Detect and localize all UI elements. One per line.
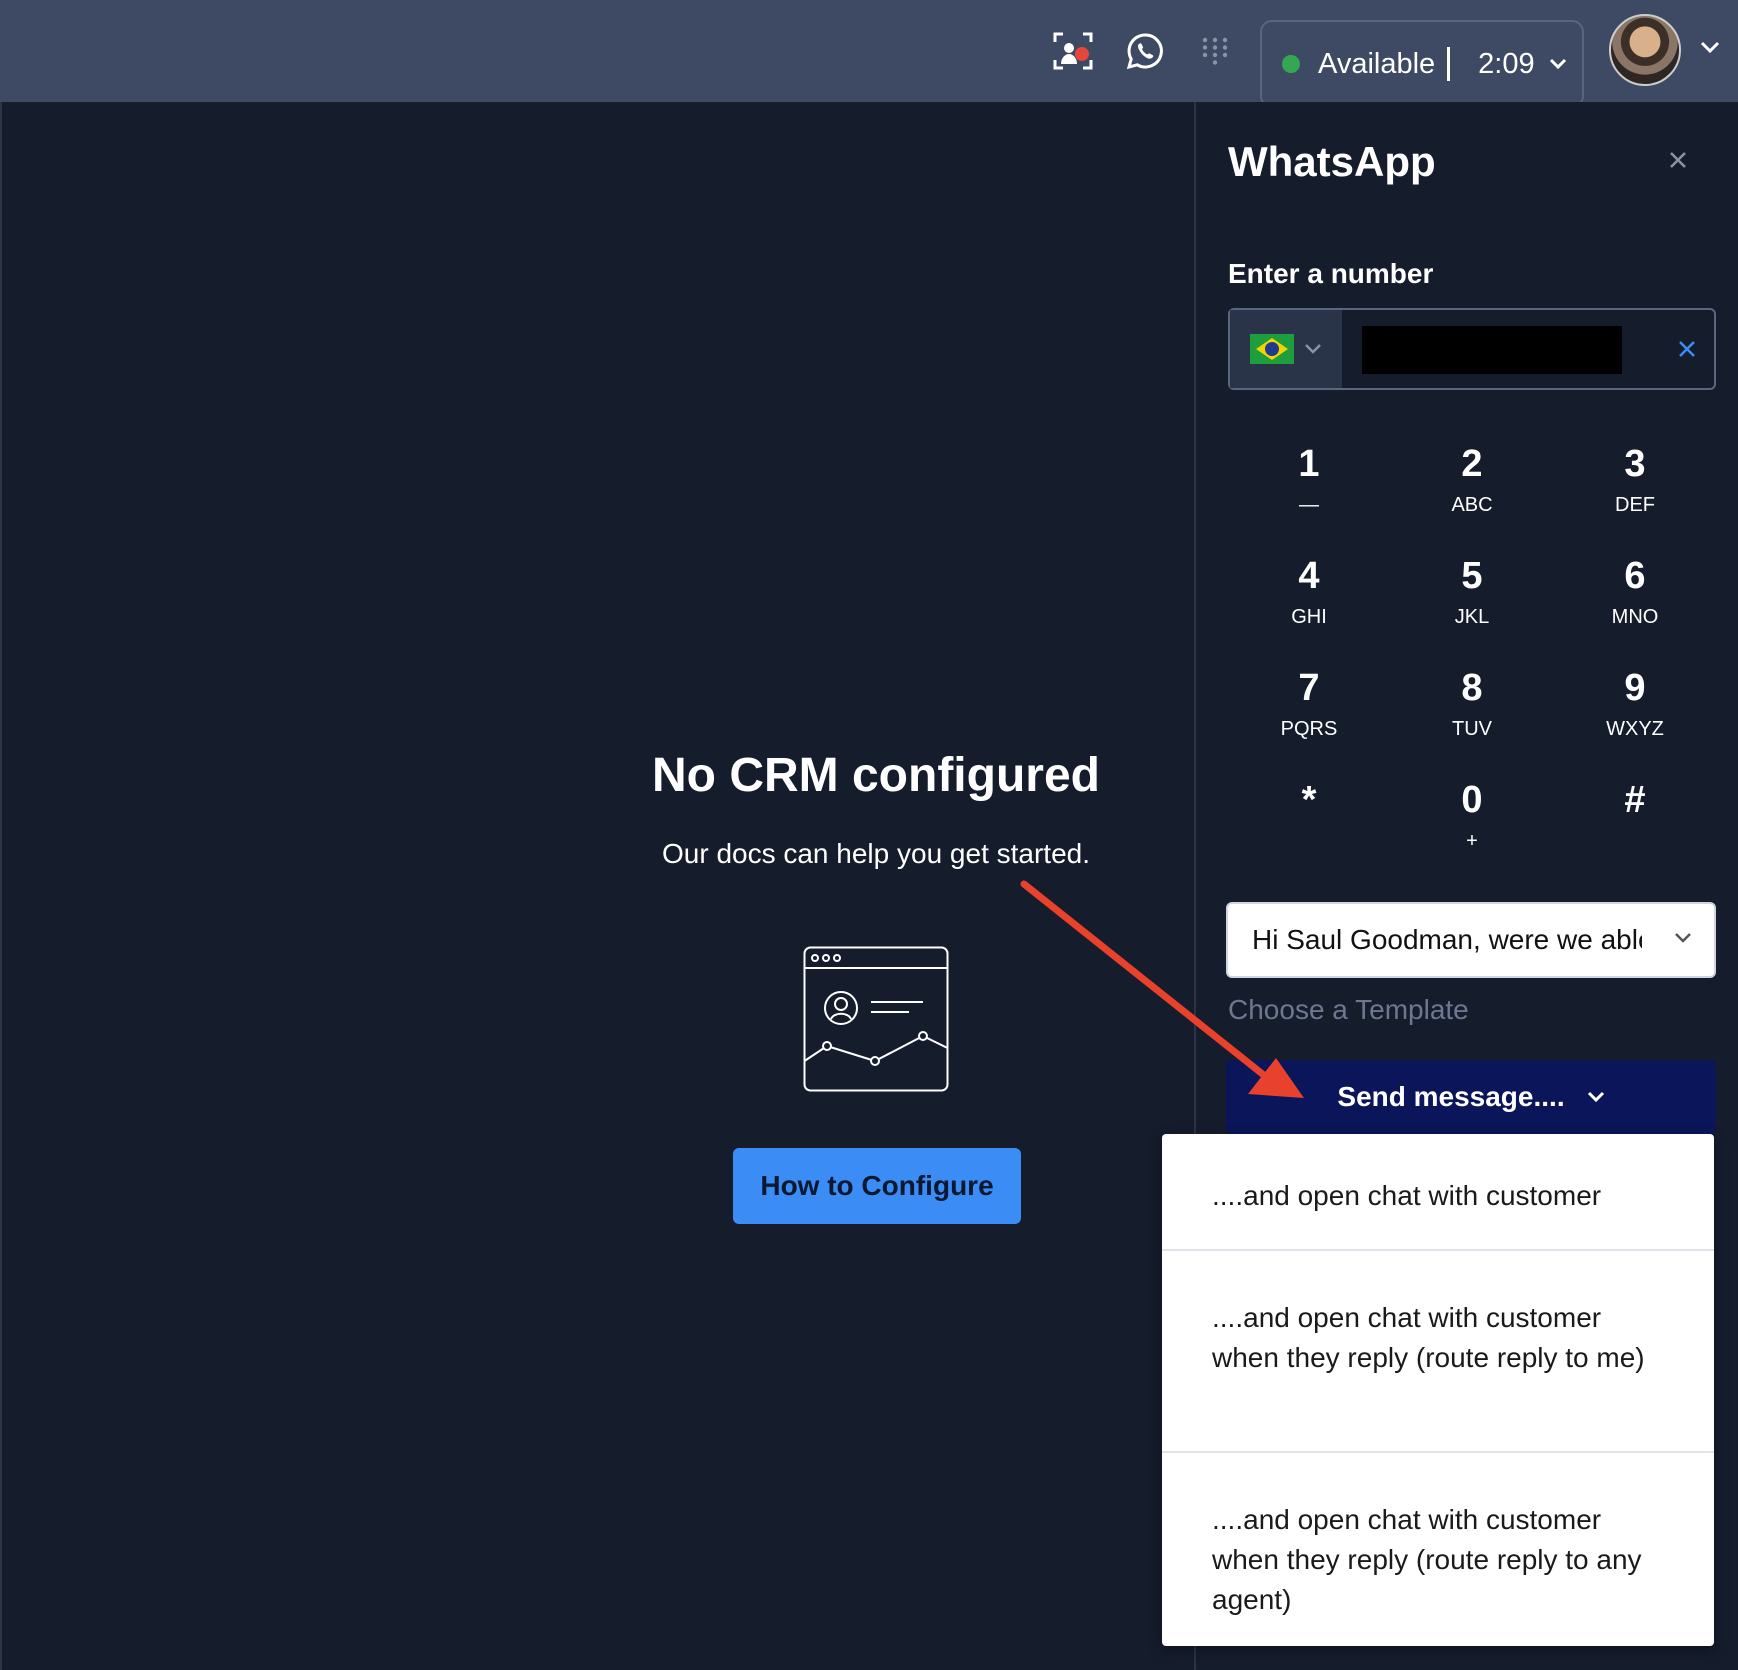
panel-title: WhatsApp <box>1228 138 1436 185</box>
chevron-down-icon <box>1587 1091 1604 1103</box>
keypad-digit: # <box>1624 779 1646 821</box>
keypad-digit: 0 <box>1461 779 1483 821</box>
keypad-letters: DEF <box>1615 494 1655 516</box>
template-select[interactable]: Hi Saul Goodman, were we able to help yo… <box>1226 902 1716 978</box>
keypad-digit: 1 <box>1298 443 1320 485</box>
keypad-key[interactable]: 1— <box>1228 442 1390 542</box>
menu-item-open-chat-route-me[interactable]: ....and open chat with customer when the… <box>1162 1298 1714 1378</box>
keypad-letters: MNO <box>1611 606 1659 628</box>
keypad-key[interactable]: 7 PQRS <box>1228 666 1390 766</box>
screen-record-icon[interactable] <box>1048 26 1098 76</box>
keypad-digit: 6 <box>1624 555 1646 597</box>
how-to-configure-button[interactable]: How to Configure <box>733 1148 1021 1224</box>
keypad-letters: TUV <box>1452 718 1492 740</box>
crm-illustration-icon <box>803 946 949 1092</box>
keypad-key[interactable]: 8 TUV <box>1391 666 1553 766</box>
keypad-key[interactable]: 3 DEF <box>1554 442 1716 542</box>
phone-number-input[interactable] <box>1362 326 1622 374</box>
whatsapp-icon[interactable] <box>1120 26 1170 76</box>
menu-item-open-chat-route-any[interactable]: ....and open chat with customer when the… <box>1162 1500 1714 1620</box>
status-timer: 2:09 <box>1478 47 1535 80</box>
clear-input-icon[interactable] <box>1674 336 1700 362</box>
keypad-digit: 3 <box>1624 443 1646 485</box>
keypad-key[interactable]: * <box>1228 778 1390 878</box>
number-label: Enter a number <box>1228 258 1434 289</box>
keypad-key[interactable]: 9 WXYZ <box>1554 666 1716 766</box>
brazil-flag-icon <box>1250 334 1294 364</box>
keypad-letters: — <box>1299 494 1319 516</box>
chevron-down-icon <box>1549 58 1566 70</box>
template-hint: Choose a Template <box>1228 994 1469 1025</box>
keypad-letters: PQRS <box>1280 718 1338 740</box>
grid-dots-icon[interactable] <box>1190 26 1240 76</box>
chevron-down-icon <box>1675 933 1691 943</box>
status-selector[interactable]: Available 2:09 <box>1260 20 1584 108</box>
send-message-label: Send message.... <box>1337 1081 1565 1112</box>
keypad-digit: 2 <box>1461 443 1483 485</box>
keypad-key[interactable]: # <box>1554 778 1716 878</box>
main-content <box>0 102 1194 1670</box>
keypad-digit: 5 <box>1461 555 1483 597</box>
keypad-letters: ABC <box>1451 494 1493 516</box>
keypad-digit: 4 <box>1298 555 1320 597</box>
keypad-letters: WXYZ <box>1606 718 1664 740</box>
keypad-key[interactable]: 6 MNO <box>1554 554 1716 654</box>
menu-divider <box>1162 1451 1714 1453</box>
keypad-letters: JKL <box>1454 606 1490 628</box>
keypad-key[interactable]: 2 ABC <box>1391 442 1553 542</box>
chevron-down-icon <box>1305 344 1321 354</box>
keypad-digit: 9 <box>1624 667 1646 709</box>
phone-number-field <box>1228 308 1716 390</box>
menu-divider <box>1162 1249 1714 1251</box>
close-icon[interactable] <box>1664 146 1692 174</box>
send-message-button[interactable]: Send message.... <box>1226 1060 1716 1134</box>
keypad-key[interactable]: 5 JKL <box>1391 554 1553 654</box>
status-dot <box>1282 55 1300 73</box>
status-divider <box>1447 47 1451 81</box>
top-bar: Available 2:09 <box>0 0 1738 108</box>
chevron-down-icon[interactable] <box>1700 40 1720 54</box>
keypad-letters: + <box>1466 830 1478 852</box>
keypad-digit: 7 <box>1298 667 1320 709</box>
country-code-selector[interactable] <box>1230 310 1342 388</box>
keypad-digit: 8 <box>1461 667 1483 709</box>
send-options-menu: ....and open chat with customer ....and … <box>1162 1134 1714 1646</box>
template-select-value: Hi Saul Goodman, were we able to help yo… <box>1252 924 1642 955</box>
menu-item-open-chat[interactable]: ....and open chat with customer <box>1162 1176 1714 1216</box>
keypad-key[interactable]: 0 + <box>1391 778 1553 878</box>
status-label: Available <box>1318 47 1436 80</box>
avatar[interactable] <box>1609 14 1681 86</box>
keypad-key[interactable]: 4 GHI <box>1228 554 1390 654</box>
keypad-digit: * <box>1301 779 1317 821</box>
keypad-letters: GHI <box>1291 606 1327 628</box>
